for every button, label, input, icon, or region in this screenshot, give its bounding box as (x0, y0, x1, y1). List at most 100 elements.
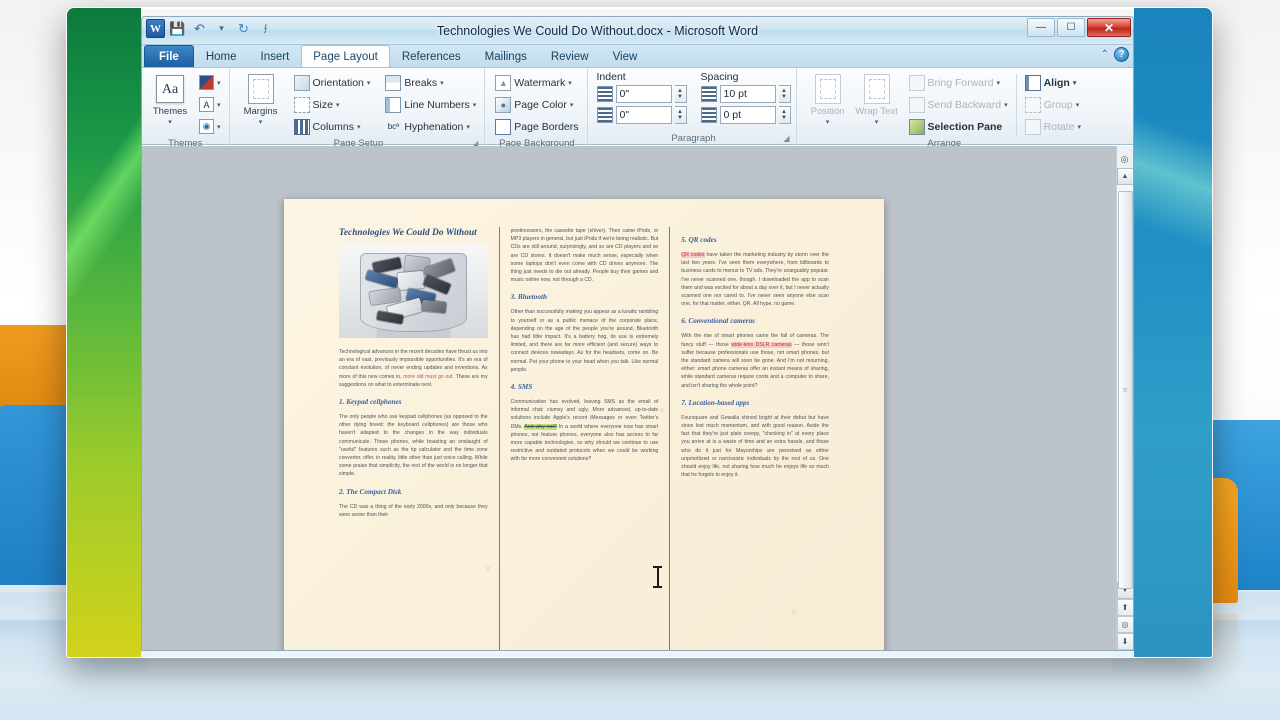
document-columns: Technologies We Could Do Without (328, 227, 840, 650)
orientation-icon (294, 75, 310, 91)
selection-pane-button[interactable]: Selection Pane (906, 116, 1011, 137)
align-dropdown-icon[interactable]: ▾ (1073, 79, 1077, 87)
maximize-button[interactable]: ☐ (1057, 18, 1085, 37)
bring-forward-dropdown-icon[interactable]: ▾ (996, 79, 1000, 87)
section-body-5: QR codes have taken the marketing indust… (681, 251, 829, 308)
document-page[interactable]: Technologies We Could Do Without (284, 199, 884, 650)
spacing-after-icon (701, 107, 717, 123)
vertical-scrollbar[interactable]: ◎ ▲ ≡ ▼ ⬆ ◎ ⬇ (1116, 146, 1133, 650)
next-page-button[interactable]: ⬇ (1117, 633, 1134, 650)
size-button[interactable]: Size ▾ (291, 94, 374, 115)
scrollbar-thumb[interactable]: ≡ (1118, 191, 1133, 589)
orientation-button[interactable]: Orientation ▾ (291, 72, 374, 93)
send-backward-button[interactable]: Send Backward ▾ (906, 94, 1011, 115)
watermark-button[interactable]: ▲ Watermark ▾ (492, 72, 581, 93)
align-button[interactable]: Align ▾ (1022, 72, 1084, 93)
tab-review[interactable]: Review (539, 45, 601, 67)
indent-right-stepper[interactable]: ▲▼ (675, 106, 687, 124)
paragraph-dialog-launcher-icon[interactable]: ◢ (783, 132, 789, 145)
theme-fonts-button[interactable]: A ▾ (196, 94, 224, 115)
indent-right-input[interactable]: 0" (616, 106, 672, 124)
window-glass-left-edge (67, 8, 141, 657)
scroll-up-button[interactable]: ▲ (1117, 168, 1134, 185)
line-numbers-button[interactable]: Line Numbers ▾ (382, 94, 479, 115)
group-icon (1025, 97, 1041, 113)
spacing-before-stepper[interactable]: ▲▼ (779, 85, 791, 103)
wrap-text-icon (861, 73, 893, 105)
theme-colors-button[interactable]: ▾ (196, 72, 224, 93)
tab-references[interactable]: References (390, 45, 473, 67)
themes-button[interactable]: Aa Themes ▾ (147, 71, 193, 128)
browse-object-icon[interactable]: ◎ (1117, 152, 1132, 167)
margins-button[interactable]: Margins ▾ (238, 71, 284, 128)
themes-dropdown-icon[interactable]: ▾ (168, 117, 172, 128)
window-controls: — ☐ ✕ (1027, 18, 1131, 37)
breaks-dropdown-icon[interactable]: ▾ (440, 79, 444, 87)
spacing-after-input[interactable]: 0 pt (720, 106, 776, 124)
watermark-dropdown-icon[interactable]: ▾ (568, 79, 572, 87)
group-label: Group (1044, 99, 1073, 111)
wrap-text-button[interactable]: Wrap Text ▾ (854, 71, 900, 128)
section-4-strikethrough-text: And why not? (524, 424, 556, 430)
section-heading-4: 4. SMS (511, 383, 659, 392)
position-dropdown-icon[interactable]: ▾ (826, 117, 830, 128)
intro-paragraph: Technological advances in the recent dec… (339, 348, 488, 389)
group-dropdown-icon[interactable]: ▾ (1076, 101, 1080, 109)
page-color-button[interactable]: ● Page Color ▾ (492, 94, 581, 115)
spacing-subgroup: Spacing 10 pt ▲▼ 0 pt ▲▼ (701, 71, 791, 127)
tab-insert[interactable]: Insert (249, 45, 302, 67)
indent-title: Indent (597, 71, 687, 83)
tab-home[interactable]: Home (194, 45, 249, 67)
wrap-text-dropdown-icon[interactable]: ▾ (875, 117, 879, 128)
minimize-button[interactable]: — (1027, 18, 1055, 37)
group-button[interactable]: Group ▾ (1022, 94, 1084, 115)
page-setup-column-a: Orientation ▾ Size ▾ Columns ▾ (291, 71, 374, 137)
bring-forward-button[interactable]: Bring Forward ▾ (906, 72, 1011, 93)
document-column-2: predecessors, the cassette tape (shiver)… (499, 227, 670, 650)
size-dropdown-icon[interactable]: ▾ (336, 101, 340, 109)
theme-effects-button[interactable]: ◉ ▾ (196, 116, 224, 137)
margins-icon (245, 73, 277, 105)
tab-mailings[interactable]: Mailings (473, 45, 539, 67)
select-browse-object-button[interactable]: ◎ (1117, 616, 1134, 633)
line-numbers-dropdown-icon[interactable]: ▾ (473, 101, 477, 109)
tab-view[interactable]: View (601, 45, 650, 67)
margins-dropdown-icon[interactable]: ▾ (259, 117, 263, 128)
indent-left-input[interactable]: 0" (616, 85, 672, 103)
orientation-dropdown-icon[interactable]: ▾ (367, 79, 371, 87)
rotate-dropdown-icon[interactable]: ▾ (1078, 123, 1082, 131)
hyphenation-icon: bcª (385, 119, 401, 135)
previous-page-button[interactable]: ⬆ (1117, 599, 1134, 616)
rotate-button[interactable]: Rotate ▾ (1022, 116, 1084, 137)
document-canvas[interactable]: Technologies We Could Do Without (142, 146, 1133, 650)
hyphenation-button[interactable]: bcª Hyphenation ▾ (382, 116, 479, 137)
scrollbar-track[interactable]: ≡ (1117, 185, 1134, 582)
theme-effects-dropdown-icon[interactable]: ▾ (217, 123, 221, 131)
tab-page-layout[interactable]: Page Layout (301, 45, 390, 67)
breaks-button[interactable]: Breaks ▾ (382, 72, 479, 93)
spacing-before-input[interactable]: 10 pt (720, 85, 776, 103)
columns-dropdown-icon[interactable]: ▾ (357, 123, 361, 131)
hyphenation-dropdown-icon[interactable]: ▾ (466, 123, 470, 131)
send-backward-dropdown-icon[interactable]: ▾ (1004, 101, 1008, 109)
section-body-2-part1: The CD was a thing of the early 2000s, a… (339, 503, 488, 519)
theme-fonts-dropdown-icon[interactable]: ▾ (217, 101, 221, 109)
document-title: Technologies We Could Do Without (339, 227, 488, 238)
document-image[interactable] (339, 244, 488, 338)
close-button[interactable]: ✕ (1087, 18, 1131, 37)
spacing-after-stepper[interactable]: ▲▼ (779, 106, 791, 124)
page-borders-button[interactable]: Page Borders (492, 116, 581, 137)
section-5-text: have taken the marketing industry by sto… (681, 252, 829, 307)
help-icon[interactable]: ? (1114, 47, 1129, 62)
indent-left-stepper[interactable]: ▲▼ (675, 85, 687, 103)
columns-button[interactable]: Columns ▾ (291, 116, 374, 137)
position-icon (812, 73, 844, 105)
intro-text-red: more old must go out. (403, 374, 454, 380)
position-button[interactable]: Position ▾ (805, 71, 851, 128)
page-color-dropdown-icon[interactable]: ▾ (570, 101, 574, 109)
tab-file[interactable]: File (144, 45, 194, 67)
trash-can-illustration (360, 253, 467, 332)
watermark-icon: ▲ (495, 75, 511, 91)
collapse-ribbon-icon[interactable]: ⌃ (1101, 49, 1109, 60)
theme-colors-dropdown-icon[interactable]: ▾ (217, 79, 221, 87)
